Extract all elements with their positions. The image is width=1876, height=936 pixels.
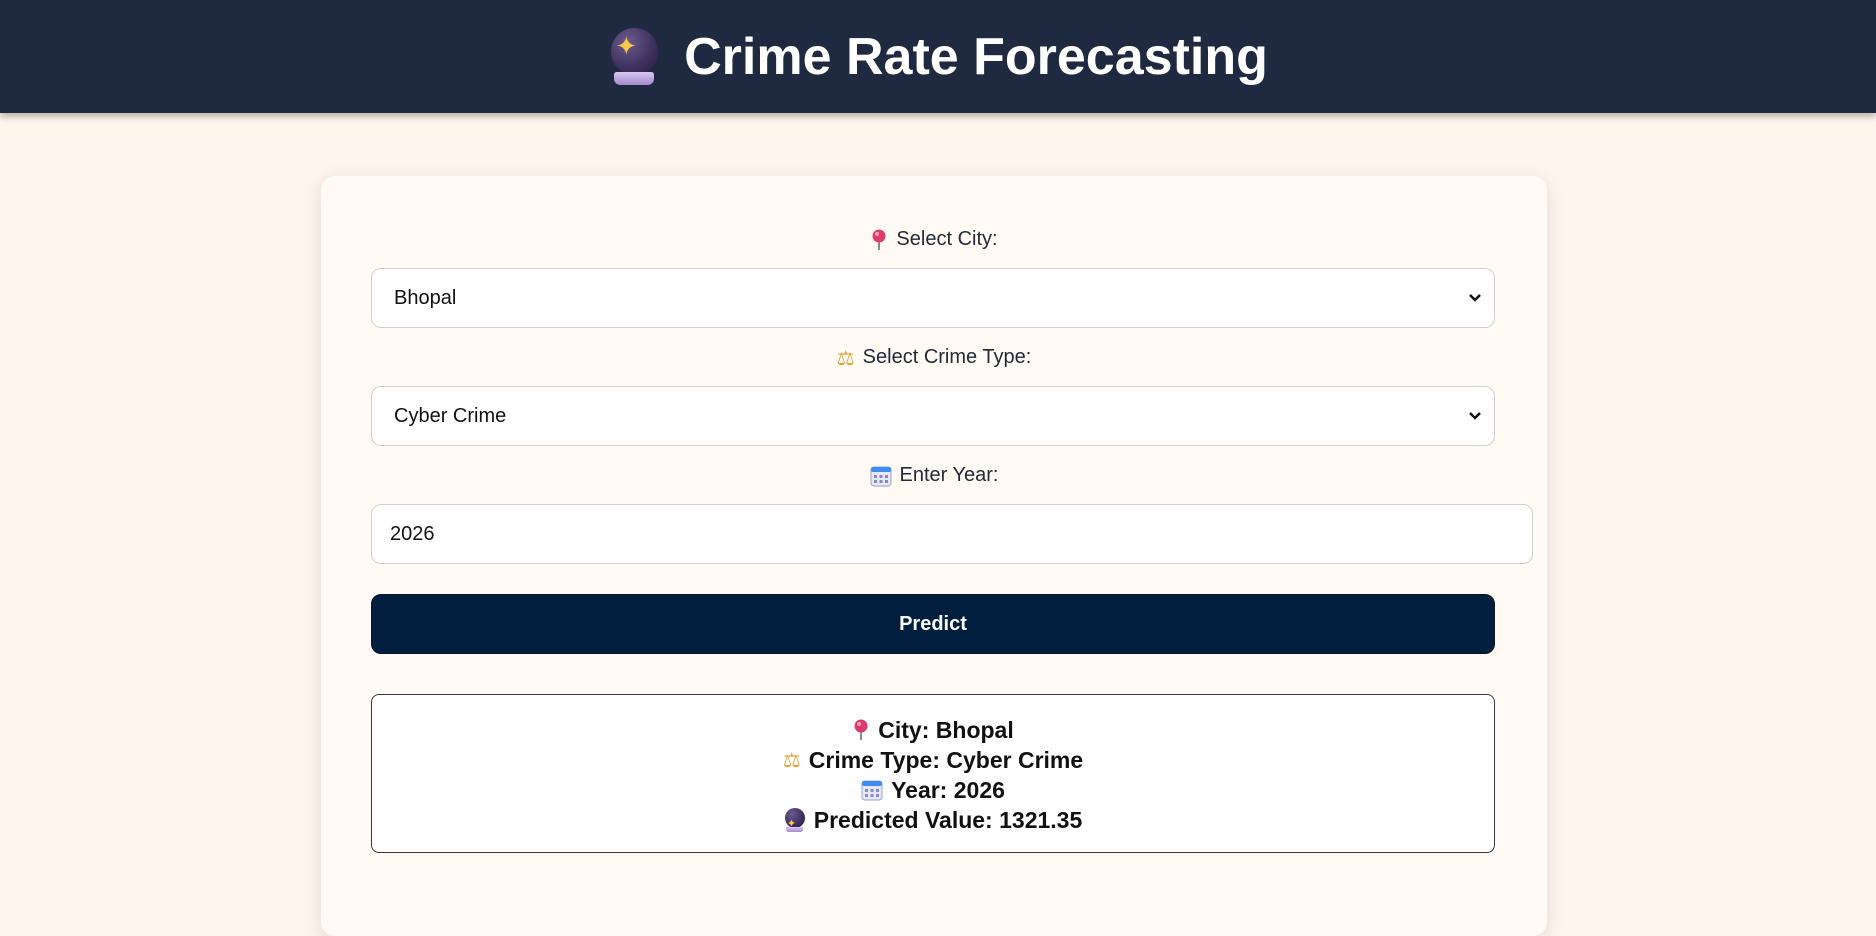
pin-icon bbox=[872, 229, 886, 250]
city-label-row: Select City: bbox=[321, 228, 1547, 251]
predict-button[interactable]: Predict bbox=[371, 594, 1495, 654]
result-city: City: Bhopal bbox=[372, 715, 1494, 745]
result-crime-type-label: Crime Type: bbox=[808, 747, 940, 773]
page-title-row: Crime Rate Forecasting bbox=[608, 27, 1268, 87]
chevron-down-icon bbox=[1469, 412, 1481, 420]
city-select[interactable]: Bhopal bbox=[371, 268, 1495, 328]
result-year: Year: 2026 bbox=[372, 775, 1494, 805]
calendar-icon bbox=[870, 466, 892, 486]
crime-type-select-value: Cyber Crime bbox=[394, 404, 507, 427]
crime-type-select[interactable]: Cyber Crime bbox=[371, 386, 1495, 446]
result-predicted-value: 1321.35 bbox=[999, 807, 1083, 833]
chevron-down-icon bbox=[1469, 294, 1481, 302]
year-input[interactable] bbox=[371, 504, 1533, 564]
year-label: Enter Year: bbox=[899, 464, 999, 486]
result-city-value: Bhopal bbox=[935, 717, 1014, 743]
result-city-label: City: bbox=[878, 717, 930, 743]
crime-type-label-row: ⚖ Select Crime Type: bbox=[321, 346, 1547, 369]
crystal-ball-icon bbox=[784, 807, 806, 839]
result-predicted-label: Predicted Value: bbox=[813, 807, 993, 833]
result-predicted: Predicted Value:1321.35 bbox=[372, 805, 1494, 839]
page-title: Crime Rate Forecasting bbox=[684, 27, 1268, 86]
forecast-card: Select City: Bhopal ⚖ Select Crime Type:… bbox=[321, 176, 1547, 936]
city-select-value: Bhopal bbox=[394, 286, 457, 309]
result-crime-type-value: Cyber Crime bbox=[946, 747, 1084, 773]
result-year-value: 2026 bbox=[953, 777, 1005, 803]
crystal-ball-icon bbox=[608, 27, 660, 86]
crime-type-label: Select Crime Type: bbox=[862, 346, 1032, 368]
city-label: Select City: bbox=[896, 228, 998, 250]
scales-icon: ⚖ bbox=[836, 345, 855, 370]
prediction-result: City: Bhopal ⚖ Crime Type: Cyber Crime Yea… bbox=[371, 694, 1495, 853]
result-year-label: Year: bbox=[891, 777, 948, 803]
year-label-row: Enter Year: bbox=[321, 464, 1547, 487]
scales-icon: ⚖ bbox=[782, 748, 801, 772]
pin-icon bbox=[854, 719, 868, 740]
calendar-icon bbox=[861, 780, 883, 801]
result-crime-type: ⚖ Crime Type: Cyber Crime bbox=[372, 745, 1494, 775]
app-header: Crime Rate Forecasting bbox=[0, 0, 1876, 113]
